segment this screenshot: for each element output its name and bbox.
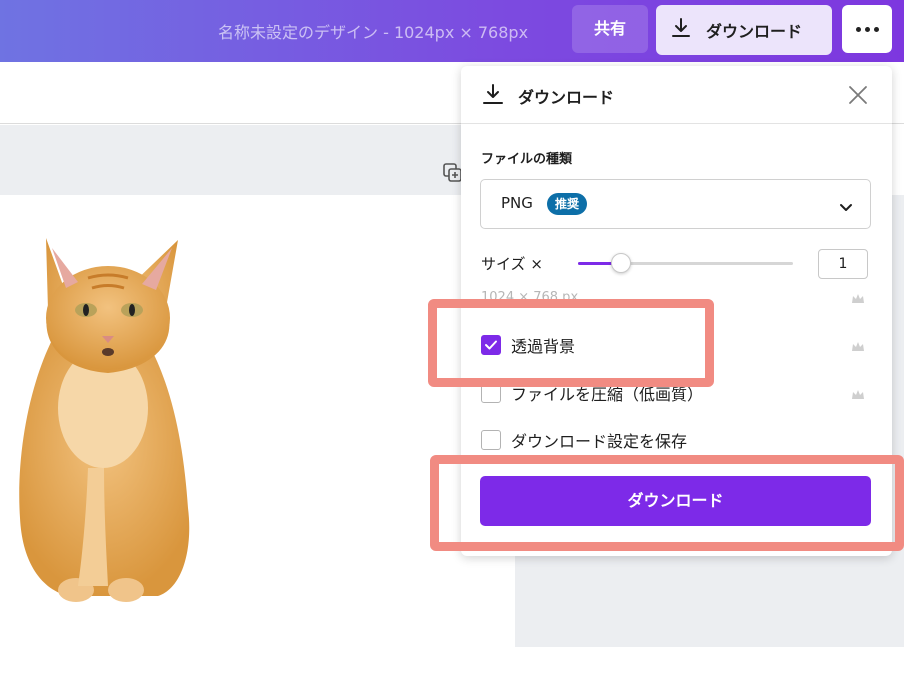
crown-icon [851,338,865,357]
panel-title: ダウンロード [518,88,615,107]
file-type-value: PNG [501,194,533,212]
chevron-down-icon [839,198,853,217]
more-options-button[interactable] [842,5,892,53]
crown-icon [851,290,865,309]
file-type-select[interactable]: PNG 推奨 [480,179,871,229]
cat-image[interactable] [8,218,198,610]
size-label: サイズ × [481,255,543,273]
download-button-top[interactable]: ダウンロード [656,5,832,55]
download-icon [670,17,692,43]
document-title[interactable]: 名称未設定のデザイン - 1024px × 768px [218,19,528,43]
save-settings-checkbox[interactable] [481,430,501,450]
size-slider[interactable] [578,253,793,273]
download-icon [481,82,505,110]
top-bar: 名称未設定のデザイン - 1024px × 768px 共有 ダウンロード [0,0,904,62]
crown-icon [851,386,865,405]
save-settings-label: ダウンロード設定を保存 [511,432,688,451]
ellipsis-dot [873,26,879,32]
file-type-label: ファイルの種類 [481,152,573,167]
ellipsis-dot [864,26,870,32]
share-button[interactable]: 共有 [572,5,648,53]
recommended-badge: 推奨 [547,193,588,215]
highlight-box-download [430,455,904,551]
save-settings-option[interactable]: ダウンロード設定を保存 [481,428,687,452]
bottom-area [515,647,904,688]
download-panel-header: ダウンロード [461,66,892,124]
close-icon[interactable] [847,84,869,110]
size-slider-thumb[interactable] [611,253,631,273]
size-input[interactable]: 1 [818,249,868,279]
editor-screen: 名称未設定のデザイン - 1024px × 768px 共有 ダウンロード ダウ… [0,0,904,688]
download-button-label: ダウンロード [706,22,803,41]
highlight-box-transparent [428,299,714,387]
ellipsis-icon [855,26,861,32]
